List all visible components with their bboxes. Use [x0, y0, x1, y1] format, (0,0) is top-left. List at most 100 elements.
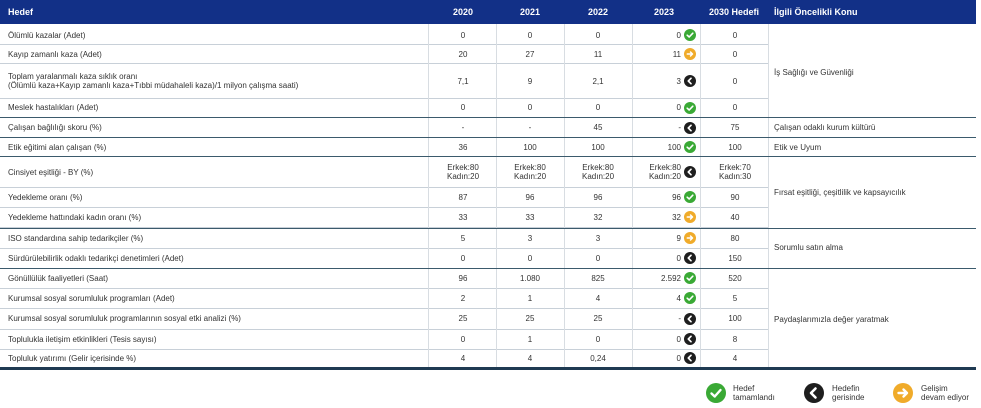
cell-2020: Erkek:80 Kadın:20	[446, 163, 480, 181]
arrow-left-icon	[684, 352, 696, 364]
column-divider	[428, 24, 429, 368]
table-row: Yedekleme oranı (%) 87 96 96 96 90	[0, 187, 768, 207]
group-calisan: Çalışan odaklı kurum kültürü	[774, 123, 876, 132]
cell-2021: 1	[527, 334, 533, 344]
cell-2021: 0	[527, 103, 533, 112]
check-icon	[684, 101, 696, 114]
cell-2021: Erkek:80 Kadın:20	[513, 163, 547, 181]
cell-2030-target: 100	[728, 142, 742, 152]
cell-2030-target: 4	[732, 353, 738, 363]
row-label: Topluluk yatırımı (Gelir içerisinde %)	[8, 353, 137, 363]
header-2023: 2023	[653, 7, 675, 17]
check-icon	[684, 292, 696, 304]
table-row: Toplam yaralanmalı kaza sıklık oranı (Ölü…	[0, 64, 768, 98]
cell-2020: 4	[460, 353, 466, 363]
row-label: Sürdürülebilirlik odaklı tedarikçi denet…	[8, 253, 184, 263]
cell-2022: 0	[595, 334, 601, 344]
cell-2022: 4	[595, 293, 601, 303]
group-paydas: Paydaşlarımızla değer yaratmak	[774, 315, 889, 324]
column-divider	[496, 24, 497, 368]
cell-2021: 9	[527, 76, 533, 86]
row-label: Yedekleme oranı (%)	[8, 192, 83, 202]
row-label: Cinsiyet eşitliği - BY (%)	[8, 167, 94, 177]
cell-2030-target: 90	[730, 192, 740, 202]
cell-2020: 87	[458, 192, 468, 202]
cell-2022: 3	[595, 233, 601, 243]
arrow-left-icon	[684, 312, 696, 325]
cell-2022: 11	[593, 49, 603, 59]
arrow-right-icon	[684, 232, 696, 244]
cell-2021: 27	[525, 49, 535, 59]
table-row: Gönüllülük faaliyetleri (Saat) 96 1.080 825…	[0, 268, 768, 288]
arrow-right-icon	[684, 48, 696, 60]
arrow-left-icon	[684, 75, 696, 87]
table-row: Sürdürülebilirlik odaklı tedarikçi denet…	[0, 248, 768, 268]
cell-2020: 33	[458, 212, 468, 222]
cell-2021: 0	[527, 30, 533, 40]
column-divider	[768, 24, 769, 368]
row-label: Meslek hastalıkları (Adet)	[8, 103, 99, 112]
table-row: Kayıp zamanlı kaza (Adet) 20 27 11 11 0	[0, 45, 768, 63]
check-icon	[684, 272, 696, 284]
group-separator	[0, 117, 976, 118]
arrow-left-icon	[684, 166, 696, 178]
row-label: Toplam yaralanmalı kaza sıklık oranı (Ölü…	[8, 72, 299, 90]
check-icon	[706, 383, 726, 403]
cell-2030-target: 75	[730, 123, 740, 132]
arrow-left-icon	[684, 121, 696, 134]
column-divider	[632, 24, 633, 368]
cell-2020: -	[461, 123, 465, 132]
cell-2020: 20	[458, 49, 468, 59]
cell-2020: 0	[460, 103, 466, 112]
arrow-right-icon	[684, 211, 696, 223]
cell-2030-target: 0	[732, 76, 738, 86]
arrow-right-icon	[893, 383, 913, 403]
group-separator	[0, 156, 976, 157]
cell-2022: 100	[591, 142, 605, 152]
group-isg: İş Sağlığı ve Güvenliği	[774, 68, 854, 77]
table-row: Meslek hastalıkları (Adet) 0 0 0 0 0	[0, 98, 768, 117]
cell-2020: 2	[460, 293, 466, 303]
cell-2030-target: 0	[732, 30, 738, 40]
cell-2020: 0	[460, 334, 466, 344]
cell-2020: 0	[460, 30, 466, 40]
cell-2022: 0	[595, 253, 601, 263]
cell-2022: 0	[595, 103, 601, 112]
cell-2020: 7,1	[457, 76, 469, 86]
group-separator	[0, 268, 976, 269]
legend-behind: Hedefin gerisinde	[832, 384, 865, 402]
row-label: ISO standardına sahip tedarikçiler (%)	[8, 233, 144, 243]
header-2020: 2020	[452, 7, 474, 17]
cell-2021: 1.080	[519, 273, 541, 283]
cell-2021: 25	[525, 314, 535, 323]
column-divider	[564, 24, 565, 368]
cell-2022: 96	[593, 192, 603, 202]
table-row: ISO standardına sahip tedarikçiler (%) 5 3…	[0, 228, 768, 248]
group-separator	[0, 137, 976, 138]
cell-2022: 45	[593, 123, 603, 132]
table-bottom-border	[0, 367, 976, 370]
cell-2022: 32	[593, 212, 603, 222]
header-2021: 2021	[519, 7, 541, 17]
cell-2030-target: 520	[728, 273, 742, 283]
cell-2020: 96	[458, 273, 468, 283]
cell-2021: 33	[525, 212, 535, 222]
cell-2030-target: 80	[730, 233, 740, 243]
row-label: Kurumsal sosyal sorumluluk programlarını…	[8, 314, 241, 323]
cell-2020: 5	[460, 233, 466, 243]
cell-2030-target: 0	[732, 49, 738, 59]
table-row: Toplulukla iletişim etkinlikleri (Tesis …	[0, 329, 768, 349]
group-satin-alma: Sorumlu satın alma	[774, 243, 843, 252]
arrow-left-icon	[684, 252, 696, 264]
row-label: Etik eğitimi alan çalışan (%)	[8, 142, 107, 152]
table-row: Çalışan bağlılığı skoru (%) - -45-75	[0, 118, 768, 137]
cell-2020: 0	[460, 253, 466, 263]
row-label: Yedekleme hattındaki kadın oranı (%)	[8, 212, 142, 222]
cell-2022: 0	[595, 30, 601, 40]
table-row: Yedekleme hattındaki kadın oranı (%) 33 33…	[0, 207, 768, 227]
table-row: Kurumsal sosyal sorumluluk programları (…	[0, 288, 768, 308]
cell-2021: -	[528, 123, 532, 132]
cell-2030-target: 5	[732, 293, 738, 303]
table-row: Ölümlü kazalar (Adet) 0 0 0 0 0	[0, 26, 768, 44]
table-row: Topluluk yatırımı (Gelir içerisinde %) 4 4…	[0, 349, 768, 367]
